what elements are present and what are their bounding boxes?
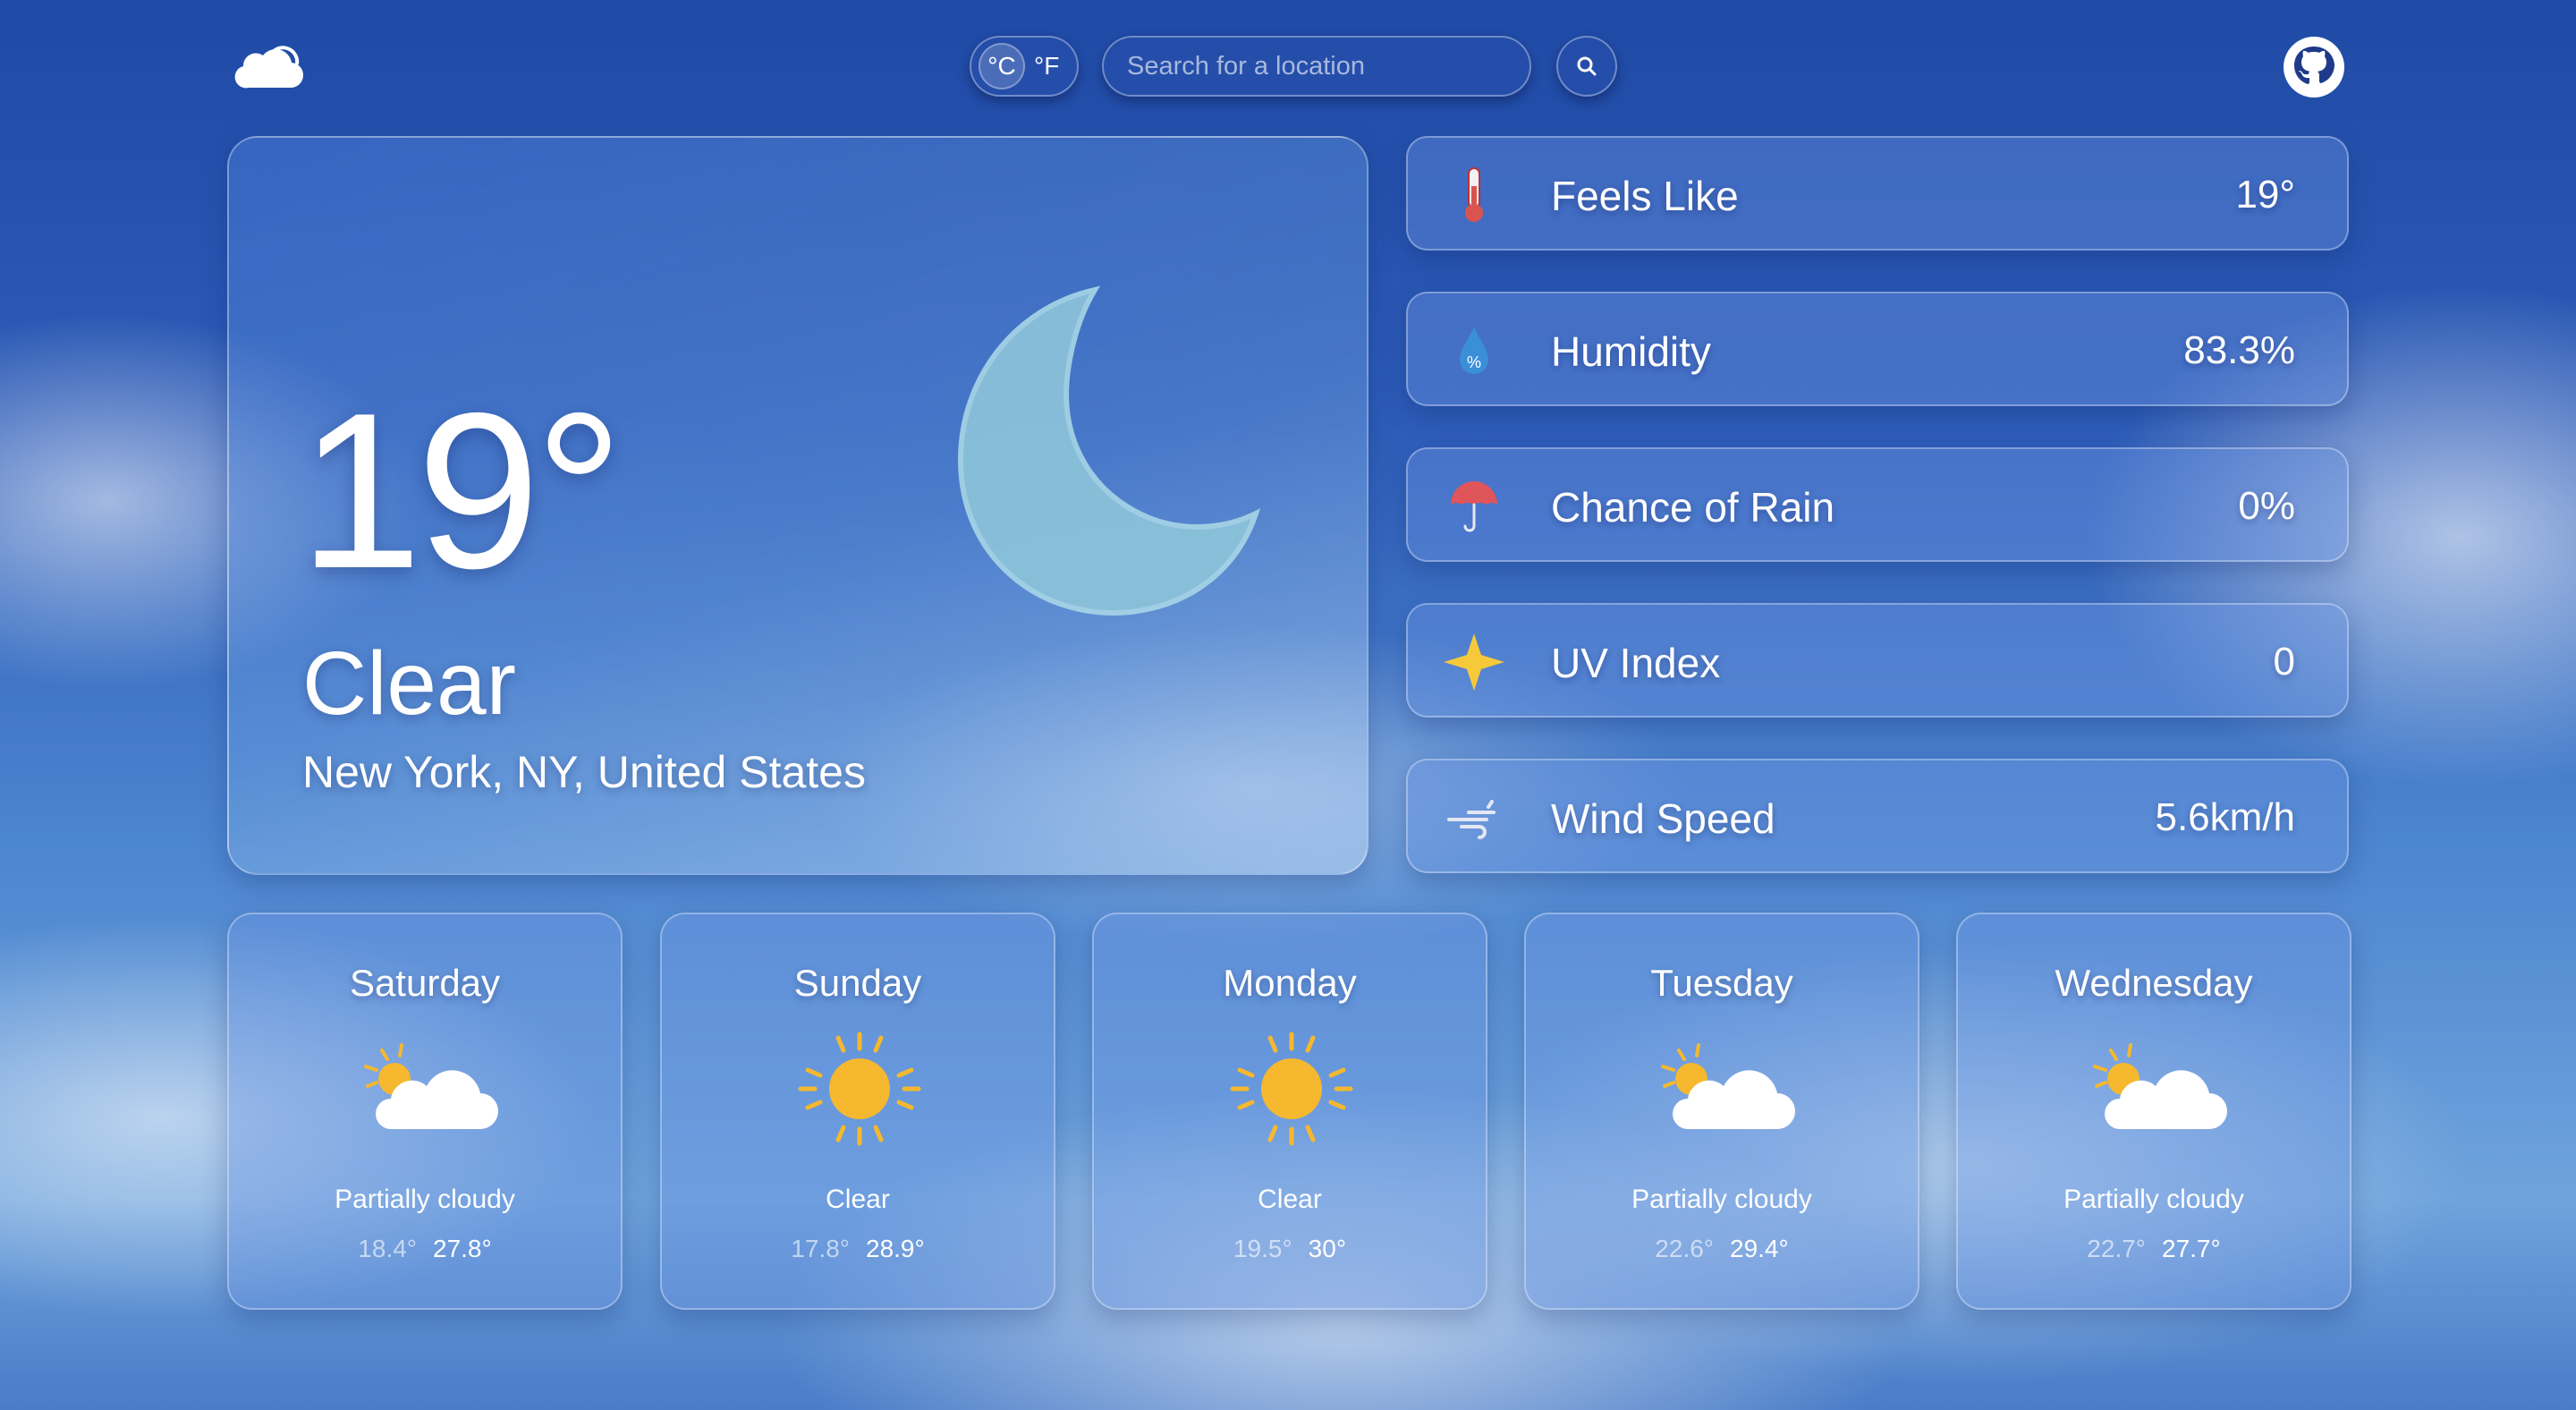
current-location: New York, NY, United States: [302, 747, 866, 797]
forecast-temp-range: 19.5° 30°: [1094, 1236, 1486, 1261]
celsius-option[interactable]: °C: [979, 43, 1025, 89]
forecast-high: 27.7°: [2162, 1235, 2221, 1262]
forecast-low: 18.4°: [358, 1235, 417, 1262]
sun-icon: [1230, 1032, 1353, 1146]
fahrenheit-option[interactable]: °F: [1034, 52, 1059, 81]
forecast-day: Monday: [1223, 962, 1357, 1004]
stat-label: Wind Speed: [1551, 795, 1775, 842]
forecast-high: 29.4°: [1730, 1235, 1789, 1262]
current-weather-card: 19° Clear New York, NY, United States: [227, 136, 1368, 875]
stat-label: UV Index: [1551, 640, 1721, 686]
forecast-card-wednesday: Wednesday Partially cloudy 22.7° 27.7°: [1956, 913, 2351, 1310]
umbrella-icon: [1451, 481, 1497, 532]
stat-chance-of-rain: Chance of Rain 0%: [1406, 447, 2349, 562]
svg-text:%: %: [1467, 353, 1481, 371]
search-icon: [1577, 56, 1597, 76]
thermometer-icon: [1465, 167, 1483, 222]
forecast-day: Saturday: [349, 962, 501, 1004]
forecast-temp-range: 22.6° 29.4°: [1526, 1236, 1918, 1261]
stat-value: 5.6km/h: [2155, 795, 2295, 839]
search-input[interactable]: [1102, 36, 1531, 97]
stat-value: 0%: [2238, 484, 2295, 528]
forecast-day: Wednesday: [2055, 962, 2253, 1004]
stat-label: Humidity: [1551, 328, 1711, 375]
celsius-label: °C: [987, 52, 1016, 80]
forecast-condition: Partially cloudy: [2063, 1185, 2244, 1214]
forecast-high: 28.9°: [866, 1235, 925, 1262]
stat-value: 83.3%: [2183, 328, 2295, 372]
stat-value: 19°: [2235, 173, 2295, 217]
forecast-temp-range: 22.7° 27.7°: [1958, 1236, 2350, 1261]
forecast-day: Sunday: [793, 962, 922, 1004]
partly-cloudy-icon: [364, 1043, 498, 1129]
forecast-temp-range: 18.4° 27.8°: [229, 1236, 621, 1261]
partly-cloudy-icon: [2093, 1043, 2227, 1129]
stat-humidity: % Humidity 83.3%: [1406, 292, 2349, 406]
forecast-low: 22.6°: [1655, 1235, 1714, 1262]
forecast-condition: Partially cloudy: [335, 1185, 515, 1214]
stat-feels-like: Feels Like 19°: [1406, 136, 2349, 251]
stat-value: 0: [2273, 640, 2295, 684]
uv-star-icon: [1444, 633, 1504, 691]
forecast-high: 27.8°: [433, 1235, 492, 1262]
forecast-condition: Clear: [1258, 1185, 1322, 1214]
moon-icon: [957, 285, 1261, 616]
forecast-card-sunday: Sunday Clear 17.8° 28.9°: [660, 913, 1055, 1310]
forecast-high: 30°: [1308, 1235, 1347, 1262]
forecast-low: 22.7°: [2087, 1235, 2146, 1262]
github-icon[interactable]: [2283, 36, 2345, 98]
unit-toggle[interactable]: °C °F: [970, 36, 1079, 97]
current-condition: Clear: [302, 633, 516, 734]
partly-cloudy-icon: [1661, 1043, 1795, 1129]
sun-icon: [798, 1032, 921, 1146]
stat-uv-index: UV Index 0: [1406, 603, 2349, 718]
cloud-logo-icon[interactable]: [231, 43, 306, 93]
forecast-condition: Partially cloudy: [1631, 1185, 1812, 1214]
forecast-card-saturday: Saturday Partially cloudy 18.4° 27.8°: [227, 913, 623, 1310]
top-bar: °C °F: [0, 0, 2576, 134]
forecast-card-monday: Monday Clear 19.5° 30°: [1092, 913, 1487, 1310]
wind-icon: [1447, 800, 1496, 839]
forecast-condition: Clear: [826, 1185, 890, 1214]
forecast-low: 17.8°: [791, 1235, 850, 1262]
current-temperature: 19°: [299, 366, 623, 615]
search-button[interactable]: [1556, 36, 1617, 97]
forecast-low: 19.5°: [1233, 1235, 1292, 1262]
forecast-temp-range: 17.8° 28.9°: [662, 1236, 1054, 1261]
humidity-drop-icon: %: [1460, 327, 1488, 374]
forecast-card-tuesday: Tuesday Partially cloudy 22.6° 29.4°: [1524, 913, 1919, 1310]
forecast-day: Tuesday: [1650, 962, 1793, 1004]
stat-label: Chance of Rain: [1551, 484, 1835, 531]
stat-wind-speed: Wind Speed 5.6km/h: [1406, 759, 2349, 873]
stat-label: Feels Like: [1551, 173, 1739, 219]
